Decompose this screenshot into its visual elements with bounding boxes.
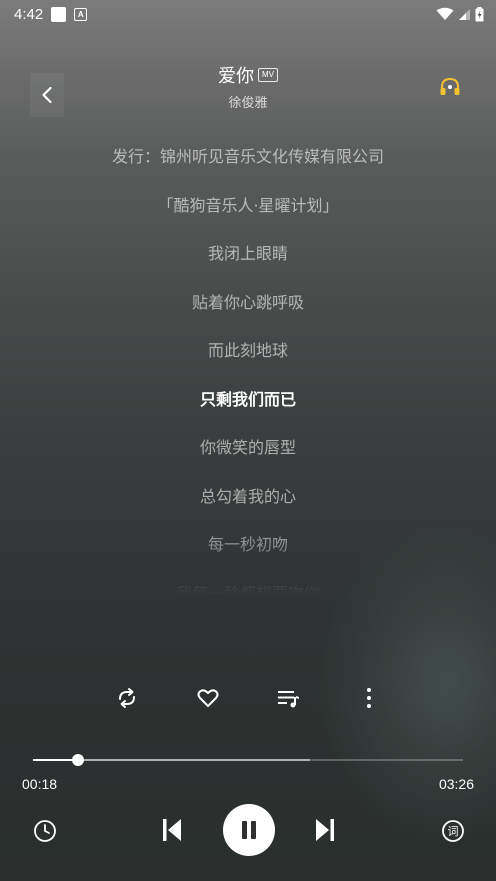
lyric-line[interactable]: 你微笑的唇型	[0, 431, 496, 480]
headphones-button[interactable]	[438, 76, 462, 98]
wifi-icon	[436, 7, 454, 20]
lyric-line[interactable]: 总勾着我的心	[0, 480, 496, 529]
repeat-button[interactable]	[88, 680, 166, 716]
song-header: 爱你 MV 徐俊雅	[0, 62, 496, 111]
lyric-line[interactable]: 贴着你心跳呼吸	[0, 286, 496, 335]
next-icon	[316, 819, 334, 841]
lyric-line[interactable]: 我每一秒都想要吻你	[0, 577, 496, 597]
lyric-line[interactable]: 发行：锦州听见音乐文化传媒有限公司	[0, 140, 496, 189]
lyric-line[interactable]: 每一秒初吻	[0, 528, 496, 577]
artist-name[interactable]: 徐俊雅	[0, 92, 496, 111]
previous-icon	[163, 819, 181, 841]
headphones-icon	[440, 77, 460, 95]
previous-button[interactable]	[156, 814, 188, 846]
lyric-line[interactable]: 而此刻地球	[0, 334, 496, 383]
a-notification-icon: A	[74, 7, 88, 21]
song-title: 爱你	[218, 66, 254, 87]
heart-icon	[197, 689, 219, 707]
lyrics-glyph: 词	[448, 825, 459, 838]
timer-icon	[34, 820, 56, 842]
lyric-line[interactable]: 我闭上眼睛	[0, 237, 496, 286]
square-notification-icon	[51, 6, 67, 22]
mv-badge[interactable]: MV	[258, 68, 278, 82]
current-time: 00:18	[22, 776, 58, 792]
lyric-line-current[interactable]: 只剩我们而已	[0, 383, 496, 432]
action-row	[88, 680, 408, 716]
progress-thumb[interactable]	[72, 754, 85, 766]
lyrics-icon: 词	[442, 820, 464, 842]
next-button[interactable]	[309, 814, 341, 846]
more-icon	[366, 688, 371, 708]
pause-button[interactable]	[223, 804, 275, 856]
pause-icon	[242, 821, 256, 839]
playlist-icon	[278, 691, 300, 708]
status-time: 4:42	[14, 5, 44, 23]
timer-button[interactable]	[30, 816, 60, 846]
player-screen: 4:42 A 爱你 MV 徐俊雅 发行：锦州听见音乐文化传媒有限公司 「酷狗音乐…	[0, 0, 496, 881]
lyric-line[interactable]: 「酷狗音乐人·星曜计划」	[0, 189, 496, 238]
playback-controls: 词	[0, 800, 496, 860]
lyrics-panel[interactable]: 发行：锦州听见音乐文化传媒有限公司 「酷狗音乐人·星曜计划」 我闭上眼睛 贴着你…	[0, 140, 496, 596]
battery-icon	[475, 6, 484, 21]
repeat-icon	[119, 688, 135, 708]
favorite-button[interactable]	[169, 680, 247, 716]
progress-bar[interactable]	[33, 752, 463, 768]
playlist-button[interactable]	[249, 680, 327, 716]
lyrics-button[interactable]: 词	[438, 816, 468, 846]
more-button[interactable]	[330, 680, 408, 716]
status-bar: 4:42 A	[0, 0, 496, 28]
signal-icon	[459, 8, 470, 20]
total-time: 03:26	[438, 776, 474, 792]
